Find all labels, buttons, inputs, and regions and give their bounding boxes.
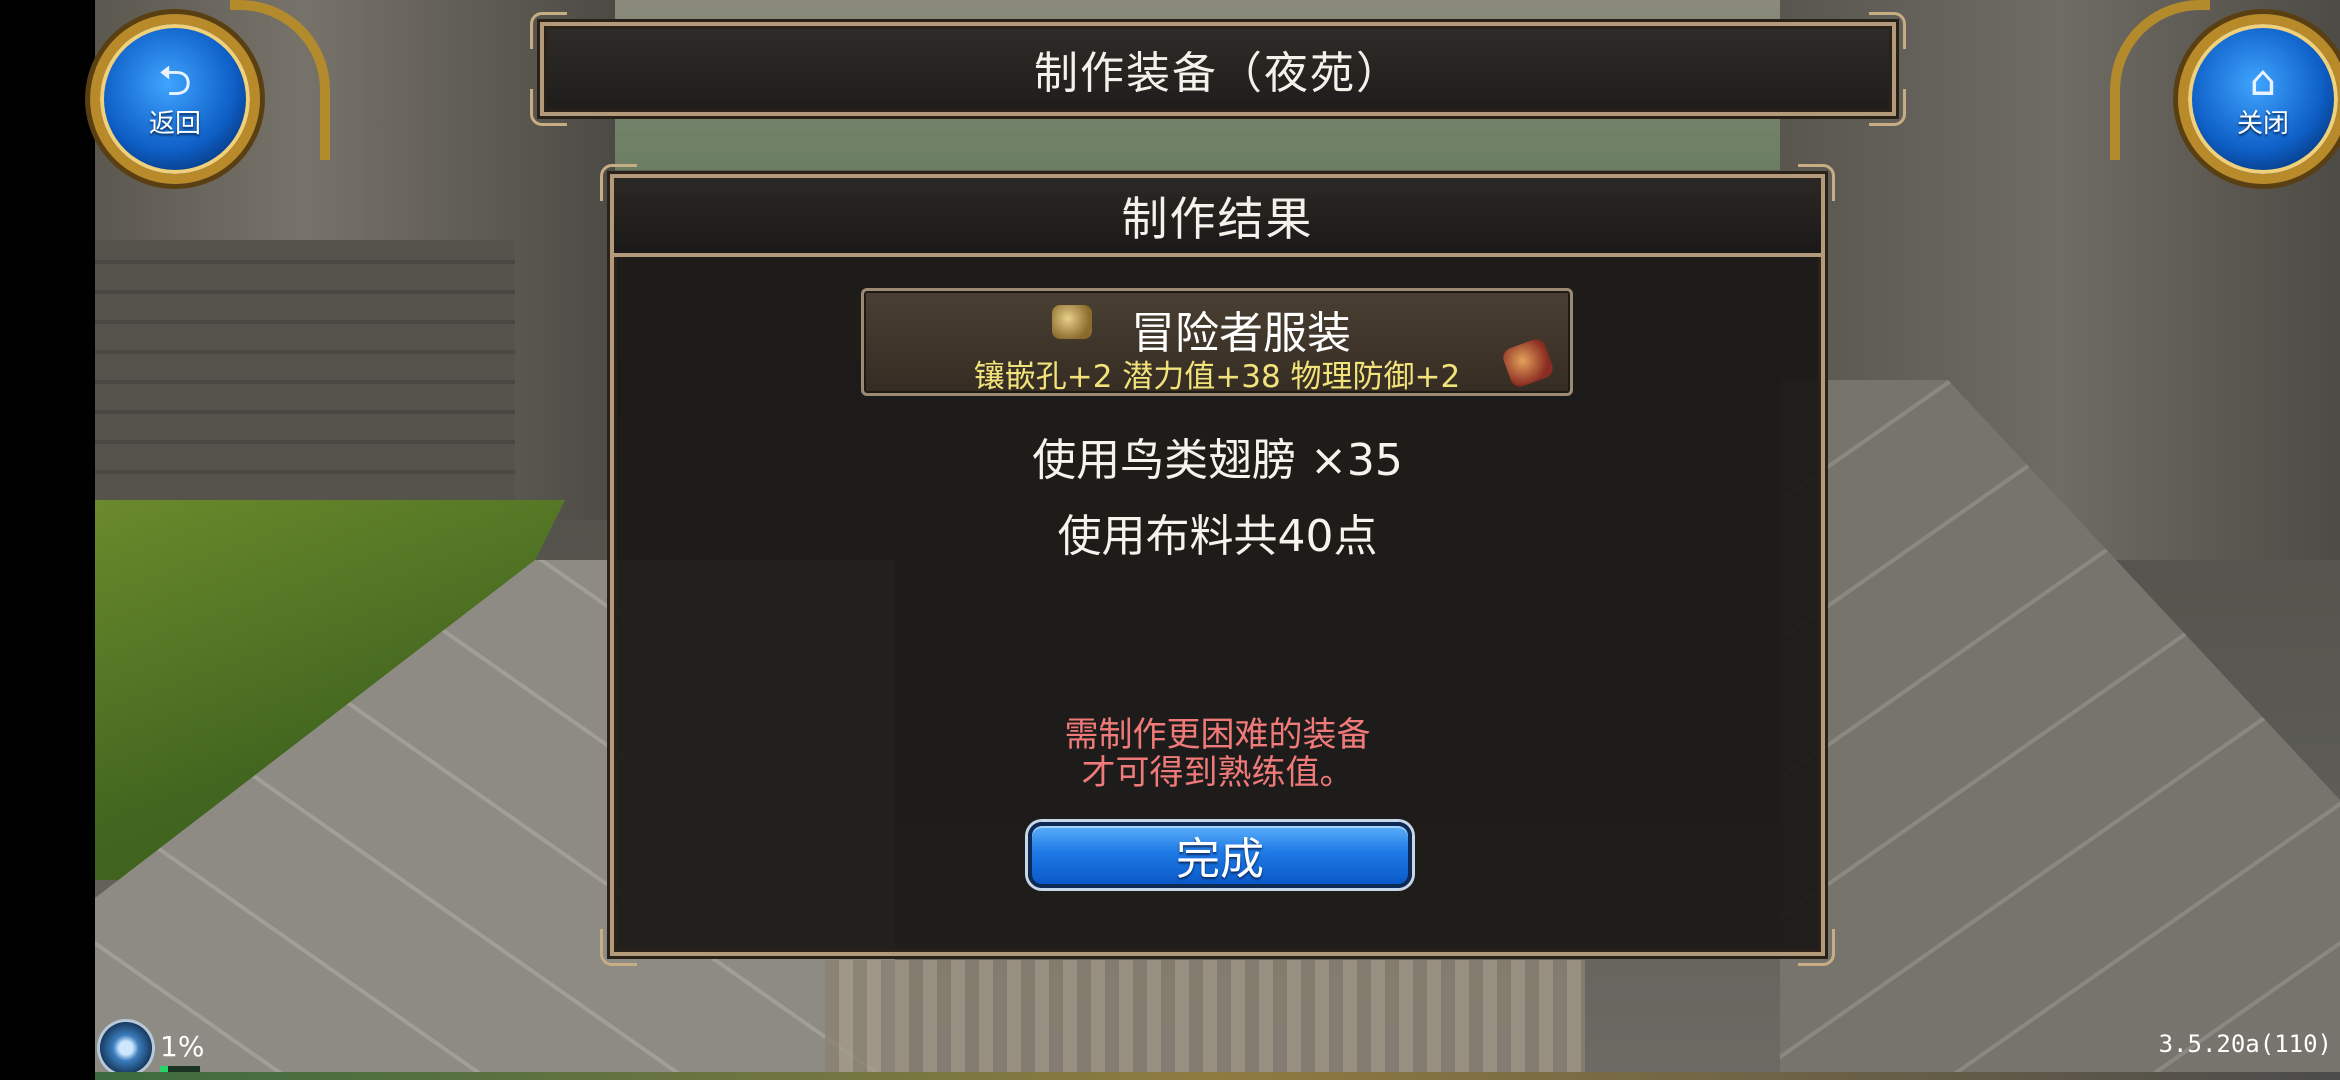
- back-button-label: 返回: [148, 108, 201, 139]
- close-button[interactable]: ⌂ 关闭: [2178, 14, 2340, 184]
- item-stats: 镶嵌孔+2 潜力值+38 物理防御+2: [973, 359, 1461, 395]
- page-title: 制作装备（夜苑）: [1034, 48, 1402, 99]
- done-button[interactable]: 完成: [1028, 822, 1412, 888]
- frame-corner: [1869, 89, 1906, 126]
- frame-corner: [1798, 929, 1835, 966]
- dialog-title: 制作结果: [1121, 191, 1314, 246]
- back-button[interactable]: ⮌ 返回: [90, 14, 260, 184]
- cloth-used-text: 使用布料共40点: [1057, 511, 1378, 562]
- bottom-experience-bar: [95, 1072, 2340, 1080]
- frame-corner: [530, 12, 567, 49]
- back-arrow-icon: ⮌: [158, 55, 192, 105]
- proficiency-warning: 需制作更困难的装备 才可得到熟练值。: [614, 716, 1821, 792]
- status-percent: 1%: [160, 1030, 205, 1063]
- warning-line-2: 才可得到熟练值。: [1081, 753, 1354, 793]
- frame-corner: [1869, 12, 1906, 49]
- close-button-label: 关闭: [2236, 108, 2289, 139]
- material-used-text: 使用鸟类翅膀 ×35: [1032, 435, 1403, 486]
- home-icon: ⌂: [2249, 55, 2277, 105]
- mosaic-floor: [825, 960, 1585, 1080]
- title-bar: 制作装备（夜苑）: [530, 12, 1906, 126]
- warning-line-1: 需制作更困难的装备: [1064, 715, 1371, 755]
- dialog-header: 制作结果: [614, 178, 1821, 257]
- frame-corner: [530, 89, 567, 126]
- stone-wall: [95, 240, 515, 500]
- network-status-icon[interactable]: [100, 1022, 152, 1074]
- version-label: 3.5.20a(110): [2158, 1030, 2332, 1058]
- frame-corner: [600, 929, 637, 966]
- craft-result-dialog: 制作结果 冒险者服装 镶嵌孔+2 潜力值+38 物理防御+2 使用鸟类翅膀 ×3…: [600, 164, 1835, 966]
- crafted-item-card[interactable]: 冒险者服装 镶嵌孔+2 潜力值+38 物理防御+2: [861, 288, 1573, 396]
